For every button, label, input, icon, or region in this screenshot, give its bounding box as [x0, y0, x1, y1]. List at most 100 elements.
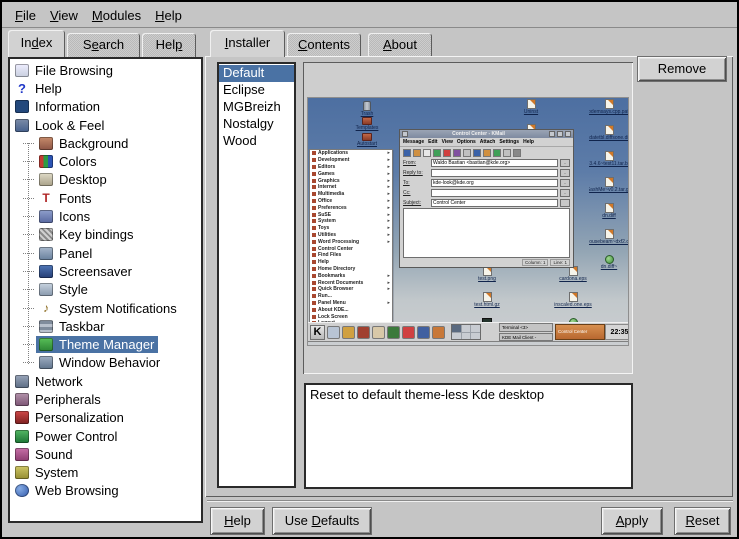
web-browsing-icon — [15, 484, 29, 497]
tree-branch-stub — [23, 253, 34, 254]
tree-item-content: Look & Feel — [12, 117, 108, 134]
preview-k-menu-item-icon — [312, 206, 316, 210]
help-module-icon — [15, 82, 29, 95]
label-text: arch — [99, 37, 124, 52]
preview-mail-field-row: Reply to: .. — [400, 168, 573, 178]
green-file-icon — [605, 255, 614, 264]
theme-list-item[interactable]: Nostalgy — [219, 116, 294, 133]
preview-k-menu-item-label: Applications — [318, 150, 387, 156]
tree-item[interactable]: System Notifications — [10, 299, 201, 317]
preview-mail-browse-button: .. — [560, 179, 570, 187]
tree-item-content: Power Control — [12, 428, 121, 445]
preview-mail-title: Control Center - KMail — [409, 131, 548, 138]
preview-icon-label: cardona.eps — [559, 276, 587, 282]
tree-item-content: Web Browsing — [12, 482, 123, 499]
theme-list-item[interactable]: Default — [219, 65, 294, 82]
tree-item-content: Peripherals — [12, 391, 105, 408]
tab-help[interactable]: Help — [142, 33, 196, 57]
tree-item[interactable]: Peripherals — [10, 390, 201, 408]
preview-k-menu-item: Lock Screen — [310, 313, 392, 320]
tree-item[interactable]: Style — [10, 281, 201, 299]
tree-item[interactable]: Fonts — [10, 189, 201, 207]
theme-list-item[interactable]: Wood — [219, 133, 294, 150]
tab-search[interactable]: Search — [67, 33, 140, 57]
reset-button[interactable]: Reset — [674, 507, 731, 535]
preview-active-task-button: Control Center — [555, 324, 605, 340]
preview-mail-status-cell: Line: 1 — [550, 259, 570, 266]
use-defaults-button[interactable]: Use Defaults — [272, 507, 372, 535]
tab-about[interactable]: About — [368, 33, 432, 57]
preview-k-menu-item-icon — [312, 315, 316, 319]
apply-button[interactable]: Apply — [601, 507, 663, 535]
tree-item[interactable]: Screensaver — [10, 262, 201, 280]
preview-k-menu-item-label: Home Directory — [318, 266, 390, 272]
folder-icon — [362, 117, 372, 125]
personalization-icon — [15, 411, 29, 424]
theme-description[interactable]: Reset to default theme-less Kde desktop — [304, 383, 633, 489]
preview-k-menu-item: Multimedia ▸ — [310, 191, 392, 198]
tree-item[interactable]: Network — [10, 372, 201, 390]
submenu-arrow-icon: ▸ — [387, 150, 390, 156]
tree-item[interactable]: Web Browsing — [10, 482, 201, 500]
preview-k-menu-item-label: Utilities — [318, 232, 387, 238]
tree-item[interactable]: Power Control — [10, 427, 201, 445]
label-mnemonic: H — [224, 513, 233, 528]
tree-item[interactable]: File Browsing — [10, 61, 201, 79]
preview-mail-field-row: To: kde-look@kde.org .. — [400, 178, 573, 188]
tree-item-label: Screensaver — [59, 264, 132, 279]
label-text: nstaller — [228, 35, 270, 50]
tree-item[interactable]: Background — [10, 134, 201, 152]
preview-file-icon-item: dn.diff — [589, 203, 629, 229]
tree-item[interactable]: Icons — [10, 207, 201, 225]
tree-item-label: System — [35, 465, 78, 480]
tree-item[interactable]: Help — [10, 79, 201, 97]
tree-item[interactable]: Sound — [10, 445, 201, 463]
theme-list-item[interactable]: MGBreizh — [219, 99, 294, 116]
menu-item[interactable]: Help — [148, 6, 189, 25]
preview-k-menu-item-label: Run... — [318, 293, 390, 299]
preview-clock: 22:35 — [605, 324, 629, 340]
tab-contents[interactable]: Contents — [287, 33, 361, 57]
preview-mail-field-value: kde-look@kde.org — [431, 179, 558, 187]
kde-control-center-window: File View Modules Help Index Search Help… — [0, 0, 739, 539]
theme-action-button[interactable]: Remove — [637, 56, 727, 82]
preview-file-icon-item: SashMe~v0.2.tar.gz — [589, 177, 629, 203]
preview-k-menu-item-label: Development — [318, 157, 387, 163]
preview-icon-label: mousebeam~dxf2.diff — [589, 239, 629, 245]
menu-item[interactable]: File — [8, 6, 43, 25]
tree-item[interactable]: Key bindings — [10, 226, 201, 244]
preview-k-menu-item-icon — [312, 165, 316, 169]
tree-branch-stub — [23, 271, 34, 272]
help-button[interactable]: Help — [210, 507, 265, 535]
label-mnemonic: d — [31, 35, 38, 50]
tree-item[interactable]: Theme Manager — [10, 335, 201, 353]
preview-k-menu-item-label: Preferences — [318, 205, 387, 211]
power-control-icon — [15, 430, 29, 443]
theme-list-item[interactable]: Eclipse — [219, 82, 294, 99]
tab-installer[interactable]: Installer — [210, 30, 285, 57]
preview-k-menu-item-label: Panel Menu — [318, 300, 387, 306]
menu-item[interactable]: View — [43, 6, 85, 25]
preview-file-icon-item: test.html.gz — [444, 292, 530, 318]
preview-icon-label: SashMe~v0.2.tar.gz — [589, 187, 629, 193]
tree-item[interactable]: Taskbar — [10, 317, 201, 335]
tab-index[interactable]: Index — [8, 30, 65, 57]
tree-item[interactable]: Desktop — [10, 171, 201, 189]
preview-k-menu-item-label: Bookmarks — [318, 273, 387, 279]
file-icon — [605, 177, 614, 187]
menu-item[interactable]: Modules — [85, 6, 148, 25]
tree-item[interactable]: Look & Feel — [10, 116, 201, 134]
tree-item[interactable]: Colors — [10, 152, 201, 170]
tree-item[interactable]: System — [10, 464, 201, 482]
submenu-arrow-icon: ▸ — [387, 280, 390, 286]
tree-item-label: Fonts — [59, 191, 92, 206]
preview-mail-menu-item: Settings — [499, 138, 519, 146]
tree-item-label: Panel — [59, 246, 92, 261]
tree-item[interactable]: Personalization — [10, 409, 201, 427]
preview-k-menu-item-icon — [312, 192, 316, 196]
tree-item[interactable]: Panel — [10, 244, 201, 262]
tree-item-content: System Notifications — [36, 300, 181, 317]
tree-item[interactable]: Information — [10, 98, 201, 116]
preview-mail-field-label: Cc: — [403, 190, 429, 196]
tree-item[interactable]: Window Behavior — [10, 354, 201, 372]
